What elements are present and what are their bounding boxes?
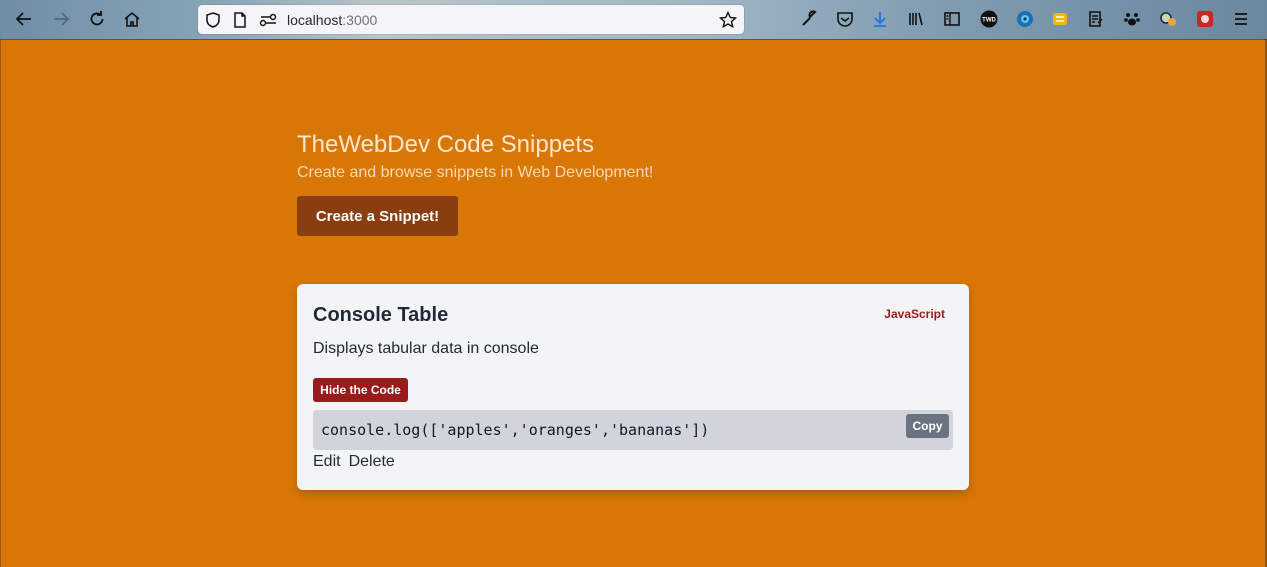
window-edge: [0, 39, 1, 567]
create-snippet-button[interactable]: Create a Snippet!: [297, 196, 458, 236]
browser-toolbar: localhost:3000 TWD: [0, 0, 1267, 40]
library-icon[interactable]: [906, 9, 926, 29]
page-title: TheWebDev Code Snippets: [297, 131, 595, 158]
url-host: localhost: [287, 12, 343, 28]
url-port: :3000: [342, 12, 378, 28]
home-icon[interactable]: [120, 7, 144, 31]
download-icon[interactable]: [870, 9, 890, 29]
snippet-description: Displays tabular data in console: [313, 340, 539, 357]
coin-extension-icon[interactable]: [1050, 9, 1070, 29]
hide-code-button[interactable]: Hide the Code: [313, 378, 408, 402]
url-bar[interactable]: localhost:3000: [198, 5, 744, 34]
shield-extension-icon[interactable]: [1195, 9, 1215, 29]
hamburger-menu-icon[interactable]: [1231, 9, 1251, 29]
forward-arrow-icon[interactable]: [49, 7, 73, 31]
notes-extension-icon[interactable]: [1086, 9, 1106, 29]
url-text[interactable]: localhost:3000: [287, 12, 377, 28]
twd-extension-icon[interactable]: TWD: [979, 9, 999, 29]
wrench-icon[interactable]: [799, 9, 819, 29]
code-text: console.log(['apples','oranges','bananas…: [321, 421, 710, 439]
pocket-icon[interactable]: [835, 9, 855, 29]
page-icon[interactable]: [231, 11, 249, 29]
permissions-icon[interactable]: [259, 11, 277, 29]
delete-link[interactable]: Delete: [349, 453, 395, 470]
back-arrow-icon[interactable]: [12, 7, 36, 31]
shield-icon[interactable]: [204, 11, 222, 29]
snippet-language-tag: JavaScript: [884, 307, 945, 321]
paw-extension-icon[interactable]: [1122, 9, 1142, 29]
snippet-actions: Edit Delete: [313, 453, 403, 471]
copy-button[interactable]: Copy: [906, 414, 949, 438]
code-block: console.log(['apples','oranges','bananas…: [313, 410, 953, 450]
reload-icon[interactable]: [85, 7, 109, 31]
snippet-card: Console Table JavaScript Displays tabula…: [297, 284, 969, 490]
snippet-title: Console Table: [313, 304, 449, 326]
page-subtitle: Create and browse snippets in Web Develo…: [297, 164, 654, 181]
puzzle-extension-icon[interactable]: [1158, 9, 1178, 29]
svg-text:TWD: TWD: [982, 18, 996, 24]
star-icon[interactable]: [719, 11, 737, 29]
edit-link[interactable]: Edit: [313, 453, 341, 470]
globe-extension-icon[interactable]: [1015, 9, 1035, 29]
sidebar-icon[interactable]: [942, 9, 962, 29]
